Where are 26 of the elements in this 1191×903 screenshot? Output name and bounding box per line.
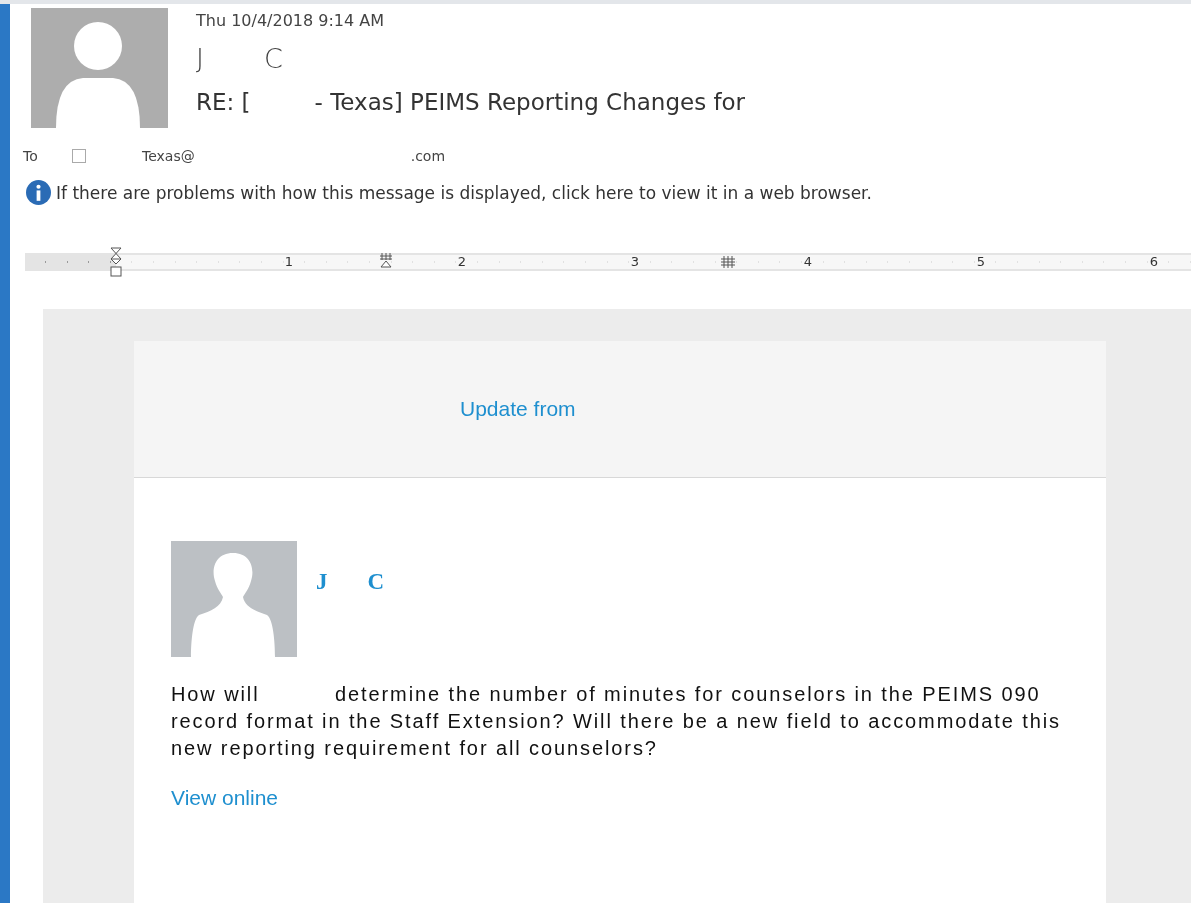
avatar-icon <box>171 541 297 657</box>
info-bar-text[interactable]: If there are problems with how this message is displayed, click here to view it in a web browser. <box>56 182 872 203</box>
recipient-address: Texas@ <box>142 148 195 164</box>
message-date: Thu 10/4/2018 9:14 AM <box>196 11 386 31</box>
indent-marker-icon[interactable] <box>110 247 122 277</box>
subject-text: RE: [ <box>196 89 251 115</box>
ruler-number: 6 <box>1149 253 1159 271</box>
view-online-link[interactable]: View online <box>171 786 279 810</box>
author-name: C <box>367 569 385 594</box>
ruler-number: 3 <box>630 253 640 271</box>
ruler-number: 1 <box>284 253 294 271</box>
checkbox[interactable] <box>72 149 86 163</box>
ruler-number: 2 <box>457 253 467 271</box>
subject-text: - Texas] PEIMS Reporting Changes for <box>314 89 746 115</box>
to-label: To <box>23 148 39 164</box>
tab-stop-icon[interactable] <box>379 252 393 268</box>
message-body: How will determine the number of minutes for counselors in the PEIMS 090 record format in the Staff Extension? Will there be a new field to accommodate this new reporting requirement for all counselors? <box>171 682 1062 761</box>
author-name: J <box>316 569 328 594</box>
info-icon <box>26 180 51 205</box>
sender-name: J <box>196 43 204 74</box>
ruler-number: 5 <box>976 253 986 271</box>
column-marker-icon[interactable] <box>721 256 735 268</box>
banner-title: Update from <box>460 397 576 421</box>
sender-name: C <box>263 43 283 74</box>
ruler-number: 4 <box>803 253 813 271</box>
recipient-address: .com <box>410 148 446 164</box>
